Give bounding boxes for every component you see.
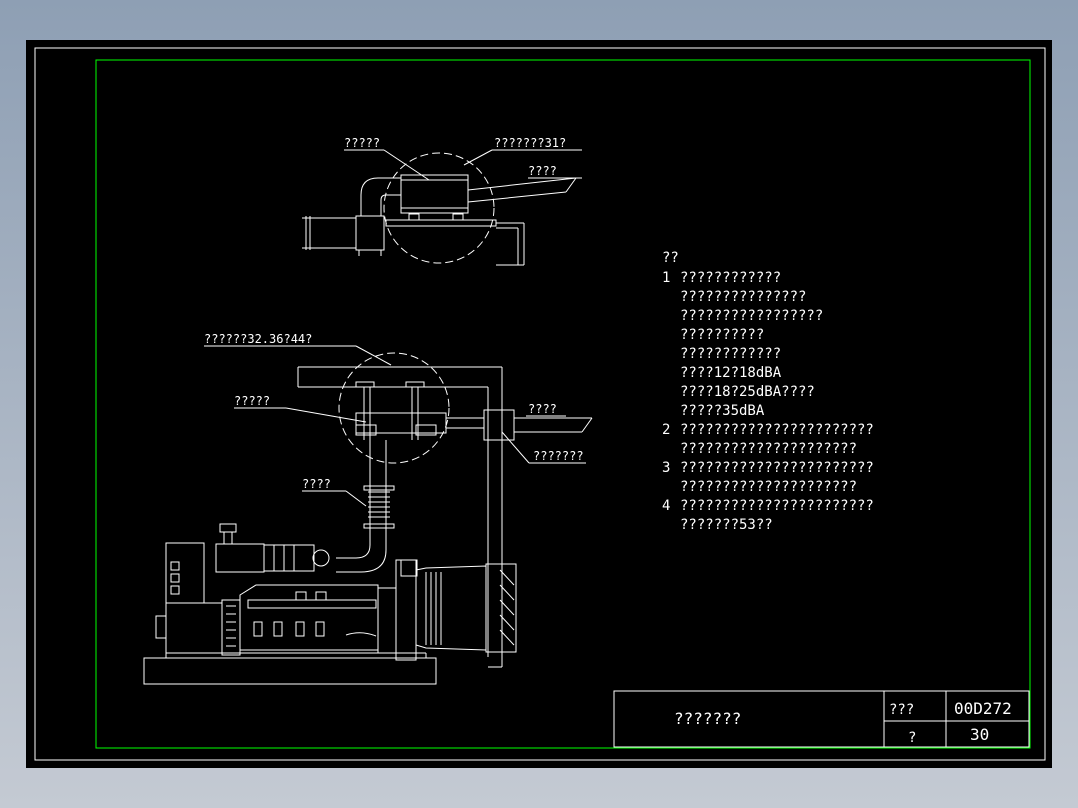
- notes-lines: 1???????????????????????????????????????…: [662, 270, 874, 533]
- note-number: 1: [662, 270, 670, 286]
- title-block-label-a: ???: [889, 702, 914, 718]
- cad-drawing: ????? ???????31? ???? ??????32.36?44? ??…: [34, 47, 1046, 761]
- label-main-bellows: ????: [302, 477, 331, 491]
- note-line: ???????53??: [680, 517, 773, 533]
- notes-block: ?? 1????????????????????????????????????…: [662, 250, 874, 533]
- drawing-sheet: ????? ???????31? ???? ??????32.36?44? ??…: [26, 40, 1052, 768]
- note-line: ???????????????: [680, 289, 806, 305]
- label-top-right: ???????31?: [494, 136, 566, 150]
- title-block-value-a: 00D272: [954, 699, 1012, 718]
- note-line: ?????35dBA: [680, 403, 765, 419]
- note-line: ?????????????????????: [680, 479, 857, 495]
- note-line: ????18?25dBA????: [680, 384, 815, 400]
- title-block-value-b: 30: [970, 725, 989, 744]
- note-line: ??????????: [680, 327, 764, 343]
- note-number: 3: [662, 460, 670, 476]
- note-line: ???????????????????????: [680, 422, 874, 438]
- main-detail-circle: [338, 352, 450, 464]
- note-line: ???????????????????????: [680, 460, 874, 476]
- note-number: 4: [662, 498, 670, 514]
- note-line: ?????????????????: [680, 308, 823, 324]
- label-main-box: ???????: [533, 449, 584, 463]
- label-top-pipe: ????: [528, 164, 557, 178]
- main-elevation: [143, 345, 593, 685]
- label-main-top: ??????32.36?44?: [204, 332, 312, 346]
- note-line: ????????????: [680, 346, 781, 362]
- note-line: ???????????????????????: [680, 498, 874, 514]
- notes-heading: ??: [662, 250, 679, 266]
- title-block-label-b: ?: [908, 730, 916, 746]
- label-main-left: ?????: [234, 394, 270, 408]
- note-line: ?????????????????????: [680, 441, 857, 457]
- label-top-left: ?????: [344, 136, 380, 150]
- note-number: 2: [662, 422, 670, 438]
- note-line: ????????????: [680, 270, 781, 286]
- note-line: ????12?18dBA: [680, 365, 782, 381]
- label-main-right: ????: [528, 402, 557, 416]
- title-block-title: ???????: [674, 709, 741, 728]
